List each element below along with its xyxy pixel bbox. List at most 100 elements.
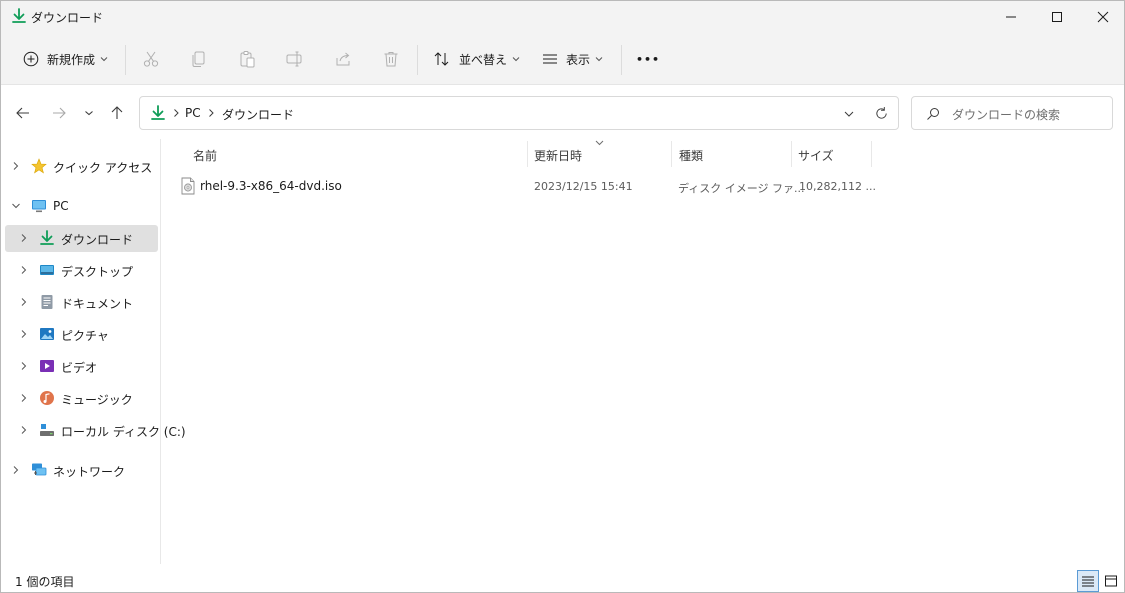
nav-item-documents[interactable]: ドキュメント — [5, 289, 158, 316]
download-icon — [151, 105, 165, 120]
sort-button-label: 並べ替え — [459, 52, 508, 67]
nav-item-pictures[interactable]: ピクチャ — [5, 321, 158, 348]
chevron-right-icon — [174, 109, 179, 117]
new-button-label: 新規作成 — [47, 52, 96, 67]
window-title: ダウンロード — [31, 11, 104, 25]
column-separator[interactable] — [527, 141, 528, 167]
more-button[interactable]: ••• — [636, 43, 660, 75]
chevron-down-icon[interactable] — [11, 201, 21, 211]
title-bar: ダウンロード — [1, 1, 1124, 33]
column-header-size[interactable]: サイズ — [798, 147, 834, 164]
details-view-button[interactable] — [1077, 570, 1099, 592]
file-row[interactable]: rhel-9.3-x86_64-dvd.iso 2023/12/15 15:41… — [177, 173, 877, 199]
close-icon — [1097, 11, 1109, 23]
delete-icon[interactable] — [381, 49, 401, 69]
view-button-label: 表示 — [566, 52, 591, 67]
music-icon — [40, 391, 54, 405]
back-button[interactable] — [13, 103, 33, 123]
minimize-icon — [1006, 16, 1016, 18]
column-separator[interactable] — [671, 141, 672, 167]
file-name: rhel-9.3-x86_64-dvd.iso — [200, 179, 342, 193]
navigation-pane: クイック アクセス PC ダウンロード デスクトップ ドキュメント ピクチャ ビ… — [1, 139, 186, 564]
column-separator[interactable] — [871, 141, 872, 167]
download-icon — [40, 230, 54, 245]
chevron-right-icon[interactable] — [19, 265, 29, 275]
list-view-icon — [543, 54, 557, 64]
nav-item-label: ピクチャ — [61, 329, 109, 343]
maximize-icon — [1052, 12, 1062, 22]
computer-icon — [32, 200, 46, 213]
nav-item-label: ミュージック — [61, 393, 133, 407]
document-icon — [41, 295, 53, 309]
star-icon — [31, 158, 47, 174]
column-header-name[interactable]: 名前 — [193, 147, 217, 164]
file-date: 2023/12/15 15:41 — [534, 180, 633, 193]
nav-item-label: ドキュメント — [61, 297, 134, 311]
network-icon — [32, 463, 47, 476]
column-header-type[interactable]: 種類 — [679, 147, 703, 164]
nav-item-quick-access[interactable]: クイック アクセス — [5, 153, 158, 180]
sort-button[interactable]: 並べ替え — [433, 43, 520, 75]
column-separator[interactable] — [791, 141, 792, 167]
breadcrumb-pc[interactable]: PC — [185, 106, 201, 120]
nav-item-network[interactable]: ネットワーク — [5, 457, 158, 484]
disc-image-file-icon — [181, 177, 195, 195]
paste-icon[interactable] — [237, 49, 257, 69]
refresh-icon[interactable] — [874, 106, 889, 121]
breadcrumb-downloads[interactable]: ダウンロード — [222, 106, 294, 123]
chevron-right-icon[interactable] — [11, 465, 21, 475]
sort-descending-icon — [595, 140, 604, 146]
chevron-right-icon[interactable] — [19, 329, 29, 339]
new-button[interactable]: 新規作成 — [23, 43, 108, 75]
minimize-button[interactable] — [988, 1, 1034, 33]
nav-item-label: PC — [53, 199, 69, 213]
search-placeholder: ダウンロードの検索 — [952, 108, 1061, 122]
command-bar: 新規作成 並べ替え 表示 ••• — [1, 33, 1124, 85]
toolbar-separator — [417, 45, 418, 75]
maximize-button[interactable] — [1034, 1, 1080, 33]
view-button[interactable]: 表示 — [542, 43, 603, 75]
nav-item-local-disk[interactable]: ローカル ディスク (C:) — [5, 417, 186, 444]
nav-item-music[interactable]: ミュージック — [5, 385, 158, 412]
nav-item-label: クイック アクセス — [53, 161, 153, 175]
more-icon: ••• — [636, 52, 661, 66]
nav-item-label: ローカル ディスク (C:) — [61, 425, 186, 439]
toolbar-separator — [621, 45, 622, 75]
forward-button[interactable] — [49, 103, 69, 123]
up-button[interactable] — [107, 103, 127, 123]
file-type: ディスク イメージ ファ... — [678, 182, 805, 195]
nav-item-downloads[interactable]: ダウンロード — [5, 225, 158, 252]
search-icon — [927, 108, 939, 120]
search-input[interactable]: ダウンロードの検索 — [911, 96, 1113, 130]
recent-locations-button[interactable] — [79, 103, 99, 123]
download-icon — [12, 8, 26, 23]
details-view-icon — [1082, 576, 1094, 587]
column-header-date[interactable]: 更新日時 — [534, 147, 582, 164]
file-size: 10,282,112 ... — [799, 180, 876, 193]
nav-item-label: ネットワーク — [53, 465, 126, 479]
chevron-right-icon[interactable] — [11, 161, 21, 171]
chevron-right-icon[interactable] — [207, 108, 215, 118]
nav-item-pc[interactable]: PC — [5, 193, 158, 220]
rename-icon[interactable] — [285, 49, 305, 69]
item-count: 1 個の項目 — [15, 575, 75, 589]
share-icon[interactable] — [333, 49, 353, 69]
address-history-chevron-icon[interactable] — [843, 108, 855, 120]
chevron-right-icon[interactable] — [19, 297, 29, 307]
copy-icon[interactable] — [189, 49, 209, 69]
chevron-right-icon[interactable] — [19, 361, 29, 371]
nav-item-label: デスクトップ — [61, 265, 134, 279]
pictures-icon — [40, 328, 54, 340]
nav-item-desktop[interactable]: デスクトップ — [5, 257, 158, 284]
chevron-down-icon — [512, 57, 520, 62]
close-button[interactable] — [1080, 1, 1125, 33]
tiles-view-button[interactable] — [1100, 570, 1122, 592]
chevron-right-icon[interactable] — [19, 233, 29, 243]
cut-icon[interactable] — [141, 49, 161, 69]
drive-icon — [40, 424, 54, 436]
address-bar[interactable]: PC ダウンロード — [139, 96, 899, 130]
nav-item-label: ビデオ — [61, 361, 98, 375]
chevron-right-icon[interactable] — [19, 425, 29, 435]
chevron-right-icon[interactable] — [19, 393, 29, 403]
nav-item-videos[interactable]: ビデオ — [5, 353, 158, 380]
